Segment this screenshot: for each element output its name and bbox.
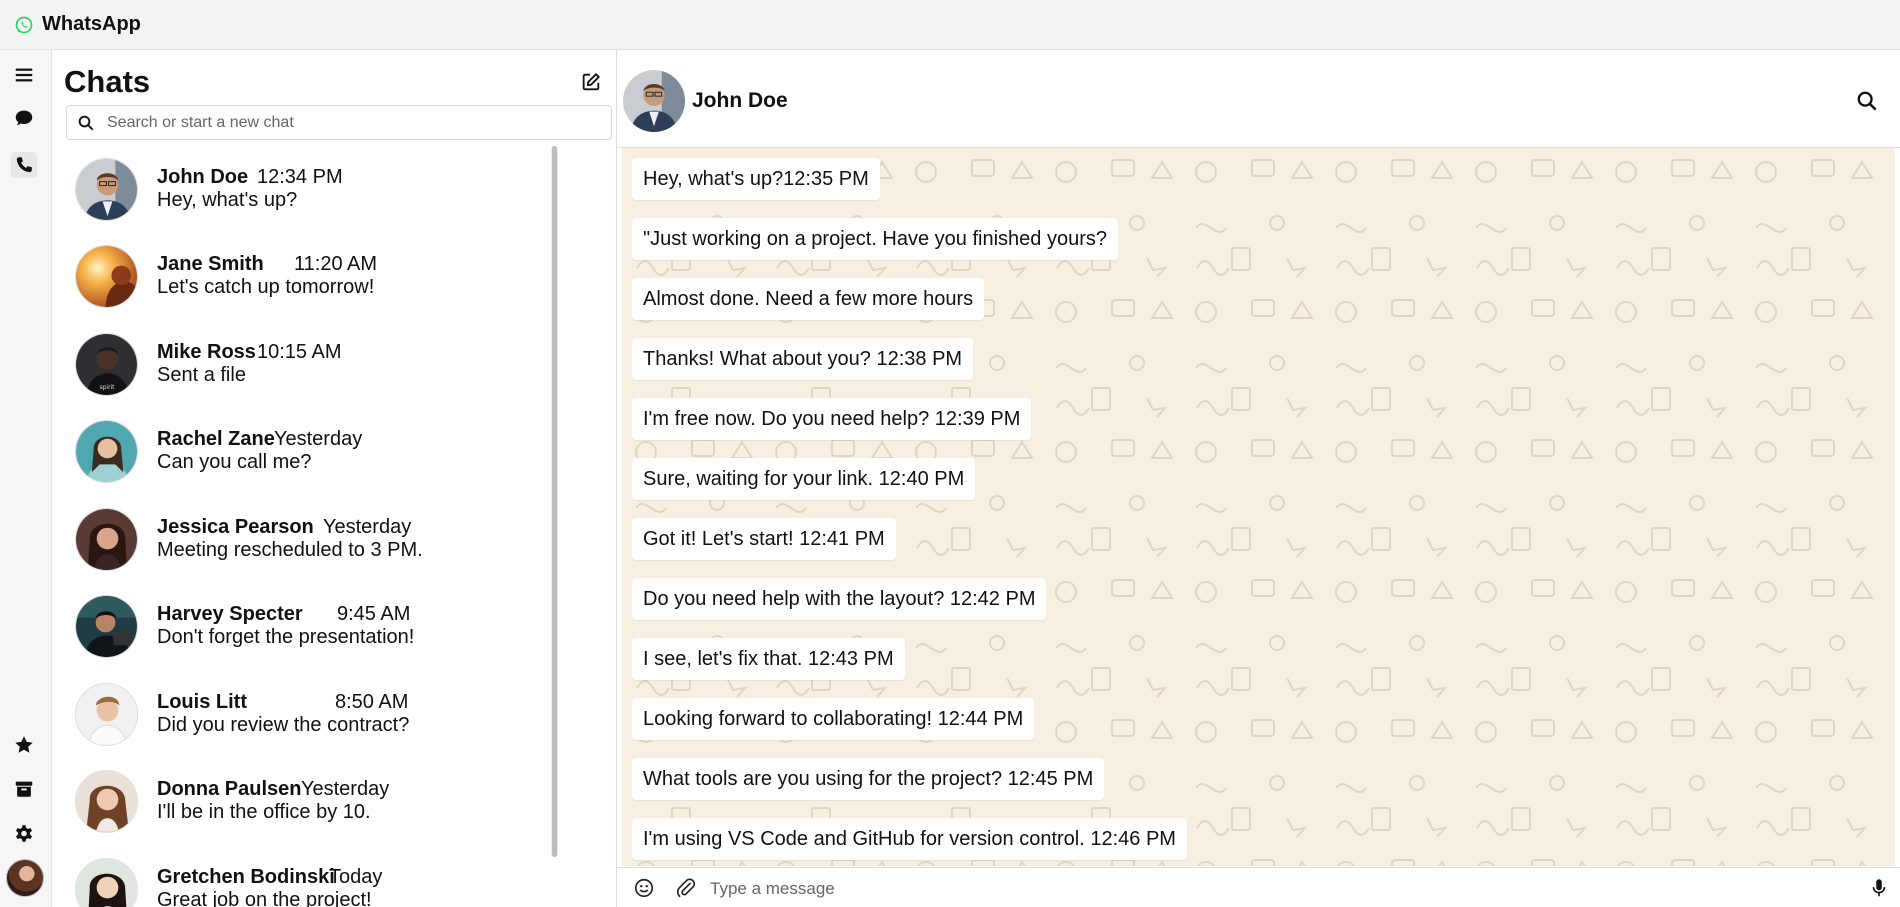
chat-item-gretchen-bodinski[interactable]: Gretchen Bodinski Today Great job on the… [52,848,602,907]
svg-text:spirit: spirit [100,385,116,391]
title-bar: WhatsApp [0,0,1900,50]
chat-preview: Did you review the contract? [157,714,410,736]
chat-preview: I'll be in the office by 10. [157,801,371,823]
avatar [75,770,138,833]
nav-rail [0,50,52,907]
chat-time: Yesterday [274,428,363,450]
avatar [75,245,138,308]
chat-item-jessica-pearson[interactable]: Jessica Pearson Yesterday Meeting resche… [52,498,602,585]
chat-time: Yesterday [301,778,390,800]
avatar [75,595,138,658]
chat-name: Louis Litt [157,691,247,713]
chat-list-header: Chats [64,62,604,102]
chat-preview: Hey, what's up? [157,189,298,211]
chat-item-john-doe[interactable]: John Doe 12:34 PM Hey, what's up? [52,148,602,235]
attach-icon[interactable] [674,876,698,900]
chat-list: John Doe 12:34 PM Hey, what's up? Jane S… [52,148,607,907]
chat-preview: Can you call me? [157,451,312,473]
chat-item-louis-litt[interactable]: Louis Litt 8:50 AM Did you review the co… [52,673,602,760]
new-chat-icon[interactable] [578,69,604,95]
chat-name: Gretchen Bodinski [157,866,335,888]
emoji-icon[interactable] [632,876,656,900]
chat-name: Jane Smith [157,253,264,275]
starred-icon[interactable] [11,732,37,758]
contact-avatar[interactable] [623,70,685,132]
chat-time: Yesterday [323,516,412,538]
archive-icon[interactable] [11,776,37,802]
search-icon[interactable] [1854,88,1880,114]
chat-preview: Sent a file [157,364,246,386]
chat-preview: Let's catch up tomorrow! [157,276,375,298]
chat-name: Rachel Zane [157,428,275,450]
message-bubble: "Just working on a project. Have you fin… [632,218,1119,260]
chat-time: Today [329,866,383,888]
message-bubble: I'm using VS Code and GitHub for version… [632,818,1187,860]
message-bubble: Got it! Let's start! 12:41 PM [632,518,896,560]
chats-title: Chats [64,64,151,99]
message-area: Hey, what's up?12:35 PM "Just working on… [622,148,1895,866]
chat-time: 10:15 AM [257,341,342,363]
message-bubble: Thanks! What about you? 12:38 PM [632,338,974,380]
menu-icon[interactable] [11,62,37,88]
message-bubble: Do you need help with the layout? 12:42 … [632,578,1047,620]
avatar: spirit [75,333,138,396]
chat-preview: Don't forget the presentation! [157,626,415,648]
chat-item-donna-paulsen[interactable]: Donna Paulsen Yesterday I'll be in the o… [52,760,602,847]
calls-icon[interactable] [11,152,37,178]
chat-time: 8:50 AM [335,691,409,713]
chat-preview: Meeting rescheduled to 3 PM. [157,539,423,561]
microphone-icon[interactable] [1867,876,1891,900]
chat-item-rachel-zane[interactable]: Rachel Zane Yesterday Can you call me? [52,410,602,497]
chat-name: John Doe [157,166,249,188]
chat-time: 9:45 AM [337,603,411,625]
chat-time: 12:34 PM [257,166,343,188]
message-bubble: I see, let's fix that. 12:43 PM [632,638,905,680]
chat-header: John Doe [617,50,1900,148]
avatar [75,158,138,221]
chat-item-jane-smith[interactable]: Jane Smith 11:20 AM Let's catch up tomor… [52,235,602,322]
contact-name[interactable]: John Doe [692,89,788,113]
message-composer [617,867,1900,907]
message-bubble: Sure, waiting for your link. 12:40 PM [632,458,976,500]
chat-name: Jessica Pearson [157,516,314,538]
chat-name: Donna Paulsen [157,778,302,800]
message-bubble: Hey, what's up?12:35 PM [632,158,880,200]
message-bubble: Almost done. Need a few more hours [632,278,985,320]
message-input[interactable] [710,876,1810,902]
chat-preview: Great job on the project! [157,889,372,907]
chat-time: 11:20 AM [294,253,378,275]
message-bubble: I'm free now. Do you need help? 12:39 PM [632,398,1032,440]
chat-window: John Doe Hey, what's up?12:35 PM "Just w… [617,50,1900,907]
whatsapp-logo-icon [15,16,33,33]
avatar [75,858,138,907]
avatar [75,420,138,483]
search-box [66,105,612,140]
search-icon [78,115,94,130]
chats-icon[interactable] [11,105,37,131]
chat-name: Harvey Specter [157,603,303,625]
chat-item-harvey-specter[interactable]: Harvey Specter 9:45 AM Don't forget the … [52,585,602,672]
search-input[interactable] [107,113,577,132]
chat-list-scroll-thumb[interactable] [552,146,557,857]
profile-avatar[interactable] [6,859,44,897]
avatar [75,508,138,571]
chat-item-mike-ross[interactable]: spirit Mike Ross 10:15 AM Sent a file [52,323,602,410]
message-bubble: Looking forward to collaborating! 12:44 … [632,698,1035,740]
chat-list-panel: Chats John Doe 12:34 PM Hey, what's up? … [52,50,617,907]
app-title: WhatsApp [42,13,141,35]
chat-name: Mike Ross [157,341,256,363]
settings-icon[interactable] [11,821,37,847]
avatar [75,683,138,746]
message-bubble: What tools are you using for the project… [632,758,1105,800]
